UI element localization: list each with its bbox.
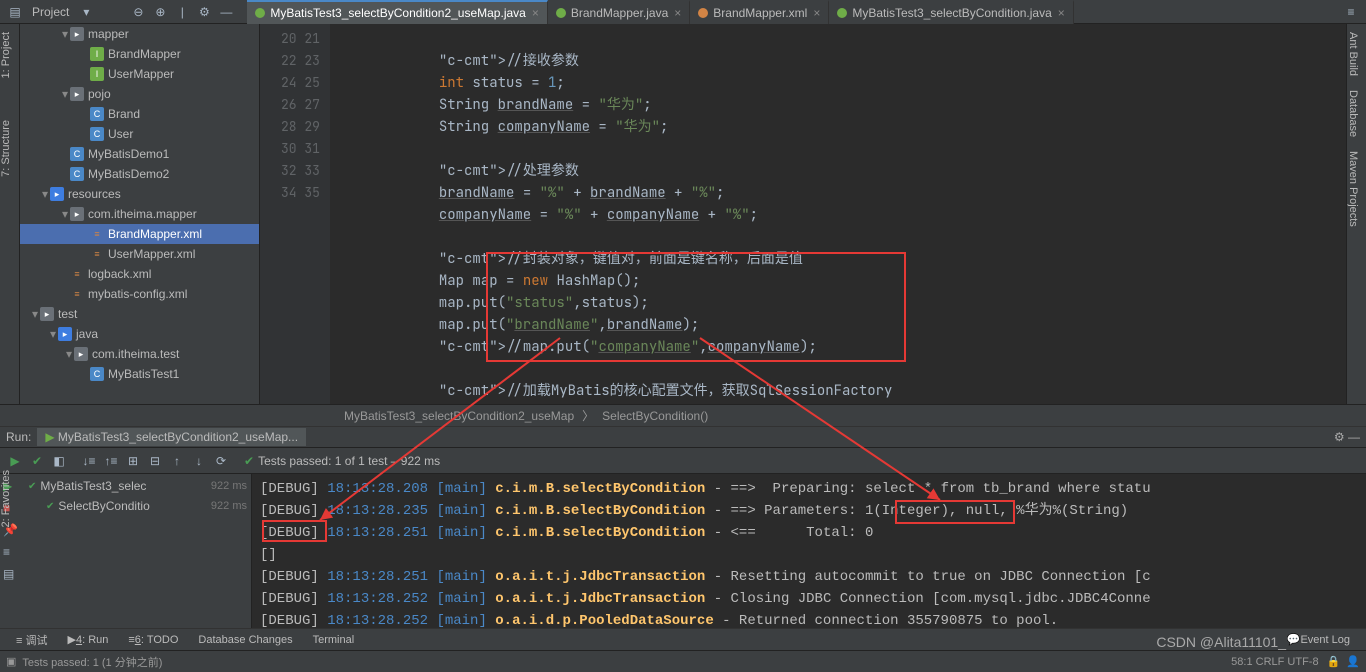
run-console[interactable]: [DEBUG] 18:13:28.208 [main] c.i.m.B.sele… — [252, 474, 1366, 628]
editor-tab[interactable]: BrandMapper.java× — [548, 0, 690, 24]
tree-node[interactable]: IBrandMapper — [20, 44, 259, 64]
tree-node[interactable]: ▾▸pojo — [20, 84, 259, 104]
run-title: Run: — [6, 430, 31, 444]
project-view-icon[interactable]: ▤ — [7, 4, 23, 20]
tree-node[interactable]: ▾▸resources — [20, 184, 259, 204]
tree-node[interactable]: ≡UserMapper.xml — [20, 244, 259, 264]
editor-tab[interactable]: BrandMapper.xml× — [690, 0, 829, 24]
close-icon[interactable]: × — [813, 6, 820, 20]
tool-favorites[interactable]: 2: Favorites — [0, 470, 12, 527]
tree-node[interactable]: ▾▸mapper — [20, 24, 259, 44]
tree-node[interactable]: CBrand — [20, 104, 259, 124]
tree-node[interactable]: CMyBatisDemo2 — [20, 164, 259, 184]
filter-icon[interactable]: ↑≡ — [102, 452, 120, 470]
tree-node[interactable]: ≡mybatis-config.xml — [20, 284, 259, 304]
test-tree-item[interactable]: ✔SelectByConditio922 ms — [22, 496, 251, 516]
breadcrumb-method[interactable]: SelectByCondition() — [602, 409, 708, 423]
tool-maven[interactable]: Maven Projects — [1347, 145, 1359, 233]
project-menu-chevron[interactable]: ▾ — [78, 4, 94, 20]
status-lock-icon[interactable]: 🔒 — [1327, 655, 1341, 668]
history-icon[interactable]: ⟳ — [212, 452, 230, 470]
tree-node[interactable]: ≡logback.xml — [20, 264, 259, 284]
sort-icon[interactable]: ↓≡ — [80, 452, 98, 470]
tool-project[interactable]: 1: Project — [0, 26, 12, 84]
editor-tab[interactable]: MyBatisTest3_selectByCondition.java× — [829, 0, 1073, 24]
tool-database[interactable]: Database — [1347, 84, 1359, 143]
status-people-icon[interactable]: 👤 — [1346, 655, 1360, 668]
bottom-tab[interactable]: ≡ 调试 — [16, 632, 47, 648]
bottom-tab[interactable]: Database Changes — [198, 632, 292, 648]
run-header: Run: ▶ MyBatisTest3_selectByCondition2_u… — [0, 426, 1366, 448]
status-text: Tests passed: 1 (1 分钟之前) — [22, 654, 162, 670]
nav-down-icon[interactable]: ↓ — [190, 452, 208, 470]
bottom-tab[interactable]: ≡ 6: TODO — [128, 632, 178, 648]
event-log-button[interactable]: 💬 Event Log — [1287, 633, 1350, 646]
tree-node[interactable]: IUserMapper — [20, 64, 259, 84]
tool-antbuild[interactable]: Ant Build — [1347, 26, 1359, 82]
editor-code[interactable]: "c-cmt">//接收参数 int status = 1; String br… — [330, 24, 1346, 404]
bottom-toolbar: ≡ 调试 ▶ 4: Run ≡ 6: TODO Database Changes Ter… — [0, 628, 1366, 650]
editor-breadcrumb[interactable]: MyBatisTest3_selectByCondition2_useMap 〉… — [0, 404, 1366, 426]
gear-icon[interactable]: ⚙ — [196, 4, 212, 20]
tree-node[interactable]: CUser — [20, 124, 259, 144]
tool-structure[interactable]: 7: Structure — [0, 114, 12, 183]
rerun-icon[interactable]: ▶ — [6, 452, 24, 470]
code-editor[interactable]: 20 21 22 23 24 25 26 27 28 29 30 31 32 3… — [260, 24, 1346, 404]
toolbar-more-icon[interactable]: ≡ — [1343, 4, 1359, 20]
close-icon[interactable]: × — [674, 6, 681, 20]
test-tree-item[interactable]: ✔MyBatisTest3_selec922 ms — [22, 476, 251, 496]
project-label: Project — [32, 5, 69, 19]
right-tool-strip: Ant Build Database Maven Projects — [1346, 24, 1366, 404]
left-tool-strip-lower: 2: Favorites — [0, 470, 20, 527]
toggle-icon[interactable]: ◧ — [50, 452, 68, 470]
run-ok-icon[interactable]: ✔ — [28, 452, 46, 470]
hide-icon[interactable]: — — [218, 4, 234, 20]
tree-node[interactable]: CMyBatisTest1 — [20, 364, 259, 384]
run-toolbar: ▶ ✔ ◧ ↓≡ ↑≡ ⊞ ⊟ ↑ ↓ ⟳ ✔ Tests passed: 1 … — [0, 448, 1366, 474]
run-test-tree[interactable]: ✔MyBatisTest3_selec922 ms✔SelectByCondit… — [22, 474, 252, 628]
project-tree[interactable]: ▾▸mapperIBrandMapperIUserMapper▾▸pojoCBr… — [20, 24, 260, 404]
run-gear-icon[interactable]: ⚙ — — [1334, 430, 1360, 444]
top-toolbar: ▤ Project ▾ ⊖ ⊕ | ⚙ — MyBatisTest3_selec… — [0, 0, 1366, 24]
editor-tabs: MyBatisTest3_selectByCondition2_useMap.j… — [247, 0, 1343, 24]
tree-node[interactable]: ▾▸test — [20, 304, 259, 324]
tree-node[interactable]: ▾▸com.itheima.test — [20, 344, 259, 364]
status-bar: ▣ Tests passed: 1 (1 分钟之前) 58:1 CRLF UTF… — [0, 650, 1366, 672]
tests-passed-text: Tests passed: 1 of 1 test – 922 ms — [258, 454, 440, 468]
expand-icon[interactable]: ⊞ — [124, 452, 142, 470]
status-right: 58:1 CRLF UTF-8 — [1231, 656, 1318, 668]
breadcrumb-class[interactable]: MyBatisTest3_selectByCondition2_useMap — [344, 409, 574, 423]
bottom-tab[interactable]: ▶ 4: Run — [67, 632, 108, 648]
bottom-tab[interactable]: Terminal — [313, 632, 355, 648]
breadcrumb-sep: 〉 — [582, 407, 594, 424]
run-tab[interactable]: ▶ MyBatisTest3_selectByCondition2_useMap… — [37, 428, 306, 446]
left-tool-strip: 1: Project 7: Structure — [0, 24, 20, 404]
tree-node[interactable]: ≡BrandMapper.xml — [20, 224, 259, 244]
status-icon: ▣ — [6, 655, 16, 668]
run-body: ▶ ■ 📌 ≡ ▤ ✔MyBatisTest3_selec922 ms✔Sele… — [0, 474, 1366, 628]
divider-icon: | — [174, 4, 190, 20]
close-icon[interactable]: × — [1058, 6, 1065, 20]
dd-icon[interactable]: ≡ — [3, 545, 19, 561]
collapse-icon[interactable]: ⊟ — [146, 452, 164, 470]
editor-gutter: 20 21 22 23 24 25 26 27 28 29 30 31 32 3… — [260, 24, 330, 404]
target-icon[interactable]: ⊕ — [152, 4, 168, 20]
tests-passed-check: ✔ — [244, 454, 254, 468]
more1-icon[interactable]: ▤ — [3, 567, 19, 583]
editor-tab[interactable]: MyBatisTest3_selectByCondition2_useMap.j… — [247, 0, 547, 24]
nav-up-icon[interactable]: ↑ — [168, 452, 186, 470]
collapse-icon[interactable]: ⊖ — [130, 4, 146, 20]
tree-node[interactable]: CMyBatisDemo1 — [20, 144, 259, 164]
tree-node[interactable]: ▾▸java — [20, 324, 259, 344]
tree-node[interactable]: ▾▸com.itheima.mapper — [20, 204, 259, 224]
close-icon[interactable]: × — [532, 6, 539, 20]
